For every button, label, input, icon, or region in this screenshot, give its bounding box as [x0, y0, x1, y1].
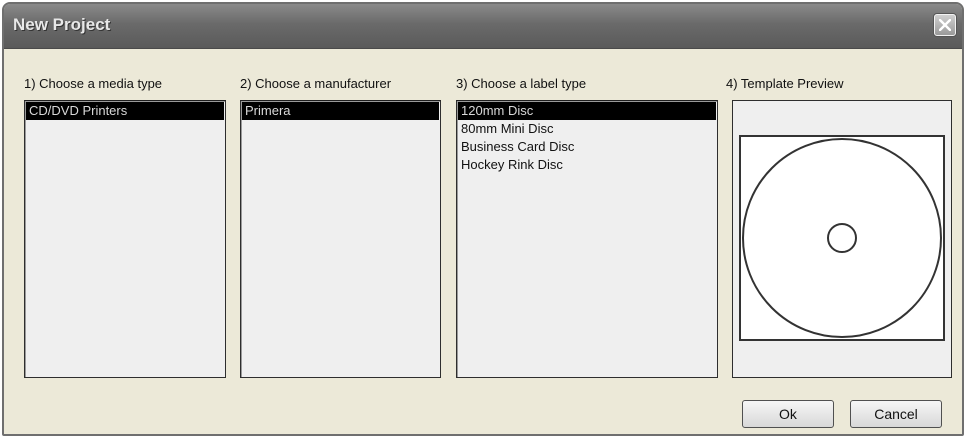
cancel-button[interactable]: Cancel	[850, 400, 942, 428]
template-preview-label: 4) Template Preview	[726, 76, 844, 91]
close-icon	[939, 19, 951, 31]
list-item[interactable]: Hockey Rink Disc	[458, 156, 716, 174]
window-title: New Project	[13, 15, 111, 34]
template-preview-canvas	[739, 135, 945, 341]
manufacturer-list[interactable]: Primera	[240, 100, 441, 378]
list-item[interactable]: 80mm Mini Disc	[458, 120, 716, 138]
ok-button-label: Ok	[779, 406, 797, 422]
close-button[interactable]	[934, 14, 956, 36]
label-type-label: 3) Choose a label type	[456, 76, 587, 91]
cancel-button-label: Cancel	[874, 406, 918, 422]
disc-template-icon	[742, 138, 942, 338]
template-preview-panel	[732, 100, 952, 378]
list-item[interactable]: CD/DVD Printers	[26, 102, 224, 120]
media-type-label: 1) Choose a media type	[24, 76, 163, 91]
new-project-dialog: New Project 1) Choose a media type CD/DV…	[2, 2, 964, 436]
list-item[interactable]: Primera	[242, 102, 439, 120]
title-bar[interactable]: New Project	[4, 4, 962, 49]
list-item[interactable]: 120mm Disc	[458, 102, 716, 120]
ok-button[interactable]: Ok	[742, 400, 834, 428]
media-type-list[interactable]: CD/DVD Printers	[24, 100, 226, 378]
manufacturer-label: 2) Choose a manufacturer	[240, 76, 392, 91]
list-item[interactable]: Business Card Disc	[458, 138, 716, 156]
label-type-list[interactable]: 120mm Disc 80mm Mini Disc Business Card …	[456, 100, 718, 378]
